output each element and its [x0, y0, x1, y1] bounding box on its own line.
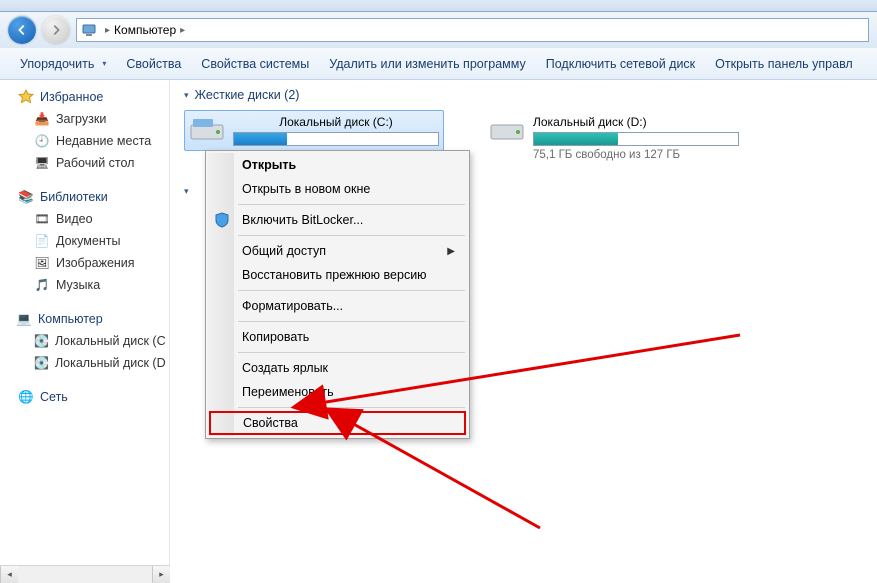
nav-bar: ▸ Компьютер ▸: [0, 12, 877, 48]
scroll-right-button[interactable]: ▸: [152, 566, 170, 583]
ctx-open[interactable]: Открыть: [208, 153, 467, 177]
forward-button[interactable]: [42, 16, 70, 44]
back-button[interactable]: [8, 16, 36, 44]
sidebar-item-documents[interactable]: 📄Документы: [0, 230, 169, 252]
drive-c[interactable]: Локальный диск (C:): [184, 110, 444, 151]
network-icon: 🌐: [18, 389, 34, 405]
command-bar: Упорядочить Свойства Свойства системы Уд…: [0, 48, 877, 80]
sidebar-scrollbar[interactable]: ◂ ▸: [0, 565, 170, 583]
computer-icon: 💻: [16, 311, 32, 327]
sidebar-computer-header[interactable]: 💻 Компьютер: [0, 308, 169, 330]
ctx-bitlocker[interactable]: Включить BitLocker...: [208, 208, 467, 232]
sidebar-item-desktop[interactable]: 🖥Рабочий стол: [0, 152, 169, 174]
sidebar-item-videos[interactable]: 🎞Видео: [0, 208, 169, 230]
arrow-right-icon: [49, 23, 63, 37]
separator: [238, 235, 465, 236]
picture-icon: 🖼: [34, 255, 50, 271]
window-titlebar: [0, 0, 877, 12]
drive-icon: 💽: [34, 355, 49, 371]
sidebar-item-music[interactable]: 🎵Музыка: [0, 274, 169, 296]
folder-down-icon: 📥: [34, 111, 50, 127]
ctx-restore-version[interactable]: Восстановить прежнюю версию: [208, 263, 467, 287]
sidebar-item-downloads[interactable]: 📥Загрузки: [0, 108, 169, 130]
breadcrumb-separator-icon: ▸: [180, 25, 185, 36]
arrow-left-icon: [15, 23, 29, 37]
computer-icon: [81, 22, 97, 38]
uninstall-button[interactable]: Удалить или изменить программу: [319, 53, 536, 75]
ctx-format[interactable]: Форматировать...: [208, 294, 467, 318]
sidebar-favorites-header[interactable]: Избранное: [0, 86, 169, 108]
address-bar[interactable]: ▸ Компьютер ▸: [76, 18, 869, 42]
sidebar-item-drive-d[interactable]: 💽Локальный диск (D: [0, 352, 169, 374]
drive-usage-bar: [233, 132, 439, 146]
music-icon: 🎵: [34, 277, 50, 293]
separator: [238, 321, 465, 322]
hard-drives-header[interactable]: Жесткие диски (2): [184, 88, 863, 102]
video-icon: 🎞: [34, 211, 50, 227]
sidebar-libraries-header[interactable]: 📚 Библиотеки: [0, 186, 169, 208]
map-drive-button[interactable]: Подключить сетевой диск: [536, 53, 705, 75]
sidebar-network-header[interactable]: 🌐 Сеть: [0, 386, 169, 408]
separator: [238, 407, 465, 408]
libraries-icon: 📚: [18, 189, 34, 205]
navigation-pane: Избранное 📥Загрузки 🕘Недавние места 🖥Раб…: [0, 80, 170, 583]
drive-usage-bar: [533, 132, 739, 146]
recent-icon: 🕘: [34, 133, 50, 149]
breadcrumb-root[interactable]: Компьютер: [114, 23, 176, 37]
document-icon: 📄: [34, 233, 50, 249]
ctx-create-shortcut[interactable]: Создать ярлык: [208, 356, 467, 380]
separator: [238, 290, 465, 291]
scroll-left-button[interactable]: ◂: [0, 566, 18, 583]
sidebar-item-pictures[interactable]: 🖼Изображения: [0, 252, 169, 274]
context-menu: Открыть Открыть в новом окне Включить Bi…: [205, 150, 470, 439]
control-panel-button[interactable]: Открыть панель управл: [705, 53, 863, 75]
drive-label: Локальный диск (C:): [233, 115, 439, 129]
drive-icon: 💽: [34, 333, 49, 349]
system-properties-button[interactable]: Свойства системы: [191, 53, 319, 75]
sidebar-item-drive-c[interactable]: 💽Локальный диск (C: [0, 330, 169, 352]
scroll-track[interactable]: [18, 566, 152, 583]
star-icon: [18, 89, 34, 105]
drive-icon: [189, 115, 225, 145]
organize-menu[interactable]: Упорядочить: [10, 53, 116, 75]
shield-icon: [214, 212, 230, 228]
submenu-arrow-icon: ▶: [447, 246, 455, 257]
ctx-rename[interactable]: Переименовать: [208, 380, 467, 404]
separator: [238, 352, 465, 353]
sidebar-item-recent[interactable]: 🕘Недавние места: [0, 130, 169, 152]
drive-label: Локальный диск (D:): [533, 115, 739, 129]
drive-free-text: 75,1 ГБ свободно из 127 ГБ: [533, 149, 739, 161]
ctx-open-new-window[interactable]: Открыть в новом окне: [208, 177, 467, 201]
drive-icon: [489, 115, 525, 145]
properties-button[interactable]: Свойства: [116, 53, 191, 75]
desktop-icon: 🖥: [34, 155, 50, 171]
breadcrumb-separator-icon: ▸: [105, 25, 110, 36]
separator: [238, 204, 465, 205]
ctx-copy[interactable]: Копировать: [208, 325, 467, 349]
ctx-share[interactable]: Общий доступ▶: [208, 239, 467, 263]
drive-d[interactable]: Локальный диск (D:) 75,1 ГБ свободно из …: [484, 110, 744, 166]
ctx-properties[interactable]: Свойства: [209, 411, 466, 435]
